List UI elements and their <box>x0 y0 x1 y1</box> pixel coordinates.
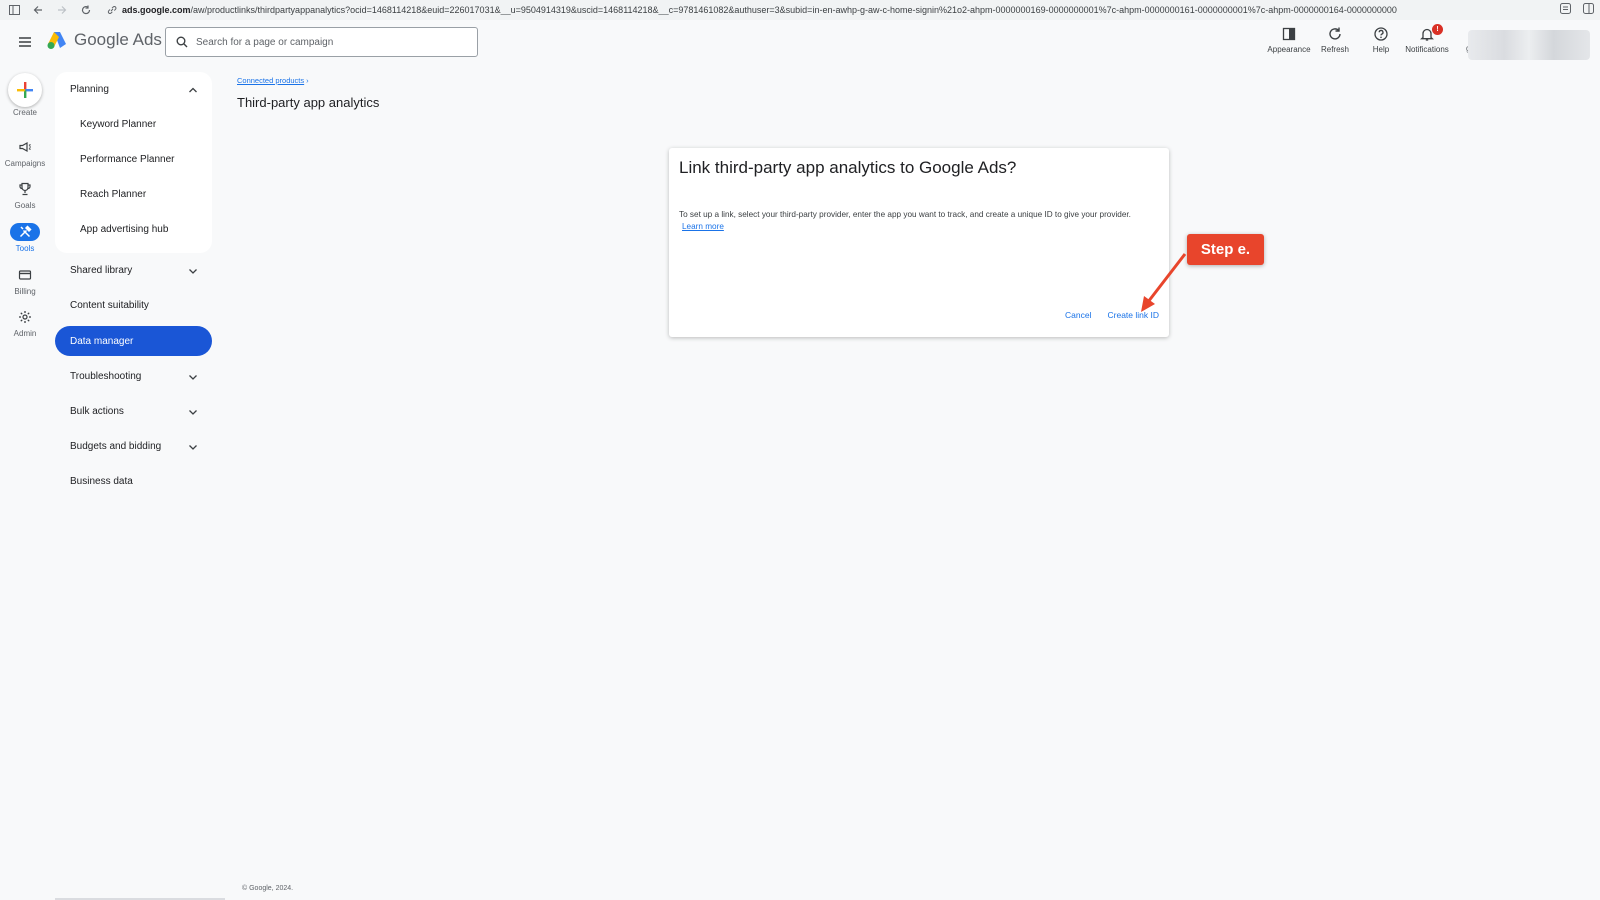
split-view-icon[interactable] <box>1583 3 1594 14</box>
reload-icon[interactable] <box>79 3 93 17</box>
rail-label-admin: Admin <box>13 329 37 338</box>
nav-reach-planner[interactable]: Reach Planner <box>55 177 212 212</box>
refresh-icon <box>1329 27 1341 40</box>
link-dialog: Link third-party app analytics to Google… <box>669 148 1169 337</box>
rail-label-campaigns: Campaigns <box>4 159 46 168</box>
gear-icon <box>10 308 40 326</box>
rail-label-tools: Tools <box>15 244 35 253</box>
tools-side-nav: Planning Keyword Planner Performance Pla… <box>55 72 212 499</box>
nav-business-data-label: Business data <box>70 476 133 487</box>
dialog-body: To set up a link, select your third-part… <box>679 209 1149 233</box>
google-ads-logo-icon <box>47 32 66 49</box>
nav-keyword-planner[interactable]: Keyword Planner <box>55 107 212 142</box>
card-icon <box>10 266 40 284</box>
refresh-button[interactable]: Refresh <box>1312 26 1358 54</box>
nav-performance-planner[interactable]: Performance Planner <box>55 142 212 177</box>
nav-troubleshooting[interactable]: Troubleshooting <box>55 359 212 394</box>
nav-content-suitability[interactable]: Content suitability <box>55 288 212 323</box>
rail-item-campaigns[interactable]: Campaigns <box>0 138 50 168</box>
logo-text: Google Ads <box>74 30 162 49</box>
megaphone-icon <box>10 138 40 156</box>
google-ads-logo[interactable]: Google Ads <box>46 30 162 50</box>
nav-troubleshooting-label: Troubleshooting <box>70 371 142 382</box>
rail-label-goals: Goals <box>14 201 36 210</box>
appearance-label: Appearance <box>1267 45 1311 54</box>
chevron-down-icon <box>189 444 197 450</box>
dialog-body-text: To set up a link, select your third-part… <box>679 210 1131 219</box>
rail-item-tools[interactable]: Tools <box>0 223 50 253</box>
chevron-down-icon <box>189 374 197 380</box>
breadcrumb-connected-products[interactable]: Connected products <box>237 76 304 85</box>
rail-label-billing: Billing <box>14 287 36 296</box>
nav-app-advertising-hub-label: App advertising hub <box>80 224 169 235</box>
account-switcher[interactable] <box>1468 30 1590 60</box>
plus-icon <box>17 82 33 98</box>
nav-shared-library[interactable]: Shared library <box>55 253 212 288</box>
rail-item-create-label: Create <box>0 108 50 117</box>
help-button[interactable]: Help <box>1358 26 1404 54</box>
appearance-icon <box>1282 27 1296 41</box>
page-title: Third-party app analytics <box>237 95 380 110</box>
search-icon <box>176 36 188 48</box>
url-path: /aw/productlinks/thirdpartyappanalytics?… <box>190 5 1397 15</box>
rail-item-admin[interactable]: Admin <box>0 308 50 338</box>
back-icon[interactable] <box>31 3 45 17</box>
search-box[interactable] <box>165 27 478 57</box>
url-domain: ads.google.com <box>122 5 191 15</box>
menu-icon[interactable] <box>16 33 36 53</box>
trophy-icon <box>10 180 40 198</box>
chevron-up-icon <box>189 87 197 92</box>
nav-shared-library-label: Shared library <box>70 265 133 276</box>
footer-copyright: © Google, 2024. <box>242 885 294 892</box>
rail-item-billing[interactable]: Billing <box>0 266 50 296</box>
browser-url-bar: ads.google.com/aw/productlinks/thirdpart… <box>0 0 1600 20</box>
nav-performance-planner-label: Performance Planner <box>80 154 175 165</box>
help-icon <box>1374 27 1388 41</box>
nav-data-manager[interactable]: Data manager <box>55 326 212 356</box>
nav-budgets-and-bidding-label: Budgets and bidding <box>70 441 162 452</box>
nav-planning-header[interactable]: Planning <box>55 72 212 107</box>
chevron-down-icon <box>189 268 197 274</box>
create-button[interactable] <box>8 73 42 107</box>
nav-bulk-actions-label: Bulk actions <box>70 406 124 417</box>
help-label: Help <box>1372 45 1390 54</box>
nav-bulk-actions[interactable]: Bulk actions <box>55 394 212 429</box>
nav-app-advertising-hub[interactable]: App advertising hub <box>55 212 212 247</box>
learn-more-link[interactable]: Learn more <box>682 222 724 231</box>
appearance-button[interactable]: Appearance <box>1266 26 1312 54</box>
reader-icon[interactable] <box>1560 3 1571 14</box>
notifications-button[interactable]: ! Notifications <box>1404 24 1450 54</box>
rail-item-goals[interactable]: Goals <box>0 180 50 210</box>
search-input[interactable] <box>196 36 466 48</box>
link-icon <box>107 6 117 14</box>
step-callout: Step e. <box>1187 234 1264 265</box>
chevron-down-icon <box>189 409 197 415</box>
dialog-title: Link third-party app analytics to Google… <box>679 158 1017 177</box>
app-header: Google Ads Appearance Refresh Help ! Not… <box>0 20 1600 66</box>
nav-content-suitability-label: Content suitability <box>70 300 149 311</box>
nav-keyword-planner-label: Keyword Planner <box>80 119 157 130</box>
sidebar-toggle-icon[interactable] <box>7 3 21 17</box>
tools-icon <box>10 223 40 241</box>
chevron-right-icon: › <box>306 76 309 85</box>
url-field[interactable]: ads.google.com/aw/productlinks/thirdpart… <box>107 5 1487 15</box>
notification-badge: ! <box>1432 24 1443 35</box>
annotation-arrow-icon <box>1141 253 1187 312</box>
breadcrumb: Connected products › <box>237 76 309 85</box>
nav-budgets-and-bidding[interactable]: Budgets and bidding <box>55 429 212 464</box>
nav-data-manager-label: Data manager <box>70 335 134 347</box>
nav-planning-label: Planning <box>70 84 109 95</box>
nav-business-data[interactable]: Business data <box>55 464 212 499</box>
refresh-label: Refresh <box>1320 45 1349 54</box>
planning-group: Planning Keyword Planner Performance Pla… <box>55 72 212 253</box>
nav-reach-planner-label: Reach Planner <box>80 189 147 200</box>
notifications-label: Notifications <box>1405 45 1449 54</box>
forward-icon[interactable] <box>55 3 69 17</box>
create-label: Create <box>12 108 37 117</box>
cancel-button[interactable]: Cancel <box>1065 310 1091 320</box>
